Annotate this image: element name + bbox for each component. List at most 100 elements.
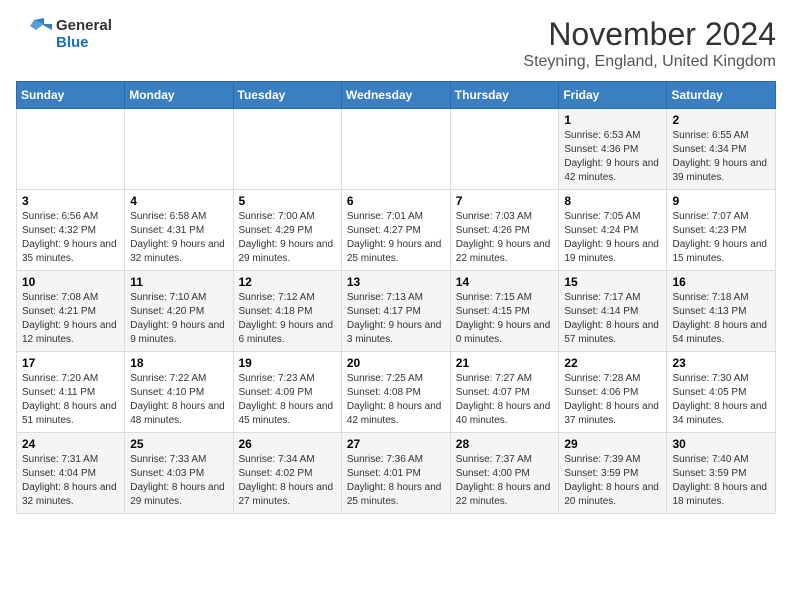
day-info: Sunrise: 7:36 AM Sunset: 4:01 PM Dayligh… bbox=[347, 453, 445, 509]
day-number: 12 bbox=[239, 275, 336, 289]
day-info: Sunrise: 7:30 AM Sunset: 4:05 PM Dayligh… bbox=[672, 372, 770, 428]
calendar-cell: 13 Sunrise: 7:13 AM Sunset: 4:17 PM Dayli… bbox=[341, 271, 450, 352]
calendar-cell: 23 Sunrise: 7:30 AM Sunset: 4:05 PM Dayli… bbox=[667, 352, 776, 433]
day-header-monday: Monday bbox=[125, 82, 233, 109]
calendar-cell: 19Sunrise: 7:23 AM Sunset: 4:09 PM Dayli… bbox=[233, 352, 341, 433]
day-info: Sunrise: 6:56 AM Sunset: 4:32 PM Dayligh… bbox=[22, 210, 119, 266]
calendar-cell: 6 Sunrise: 7:01 AM Sunset: 4:27 PM Daylig… bbox=[341, 190, 450, 271]
calendar-week-row: 3Sunrise: 6:56 AM Sunset: 4:32 PM Daylig… bbox=[17, 190, 776, 271]
day-number: 23 bbox=[672, 356, 770, 370]
day-info: Sunrise: 7:10 AM Sunset: 4:20 PM Dayligh… bbox=[130, 291, 227, 347]
calendar-week-row: 10 Sunrise: 7:08 AM Sunset: 4:21 PM Dayli… bbox=[17, 271, 776, 352]
day-number: 17 bbox=[22, 356, 119, 370]
day-header-thursday: Thursday bbox=[450, 82, 559, 109]
day-info: Sunrise: 7:08 AM Sunset: 4:21 PM Dayligh… bbox=[22, 291, 119, 347]
calendar-cell: 17 Sunrise: 7:20 AM Sunset: 4:11 PM Dayli… bbox=[17, 352, 125, 433]
day-info: Sunrise: 7:03 AM Sunset: 4:26 PM Dayligh… bbox=[456, 210, 554, 266]
day-number: 11 bbox=[130, 275, 227, 289]
day-number: 21 bbox=[456, 356, 554, 370]
day-number: 9 bbox=[672, 194, 770, 208]
day-number: 14 bbox=[456, 275, 554, 289]
day-info: Sunrise: 7:37 AM Sunset: 4:00 PM Dayligh… bbox=[456, 453, 554, 509]
day-number: 1 bbox=[564, 113, 661, 127]
calendar-header-row: SundayMondayTuesdayWednesdayThursdayFrid… bbox=[17, 82, 776, 109]
day-number: 24 bbox=[22, 437, 119, 451]
calendar-cell: 14 Sunrise: 7:15 AM Sunset: 4:15 PM Dayli… bbox=[450, 271, 559, 352]
calendar-cell: 2 Sunrise: 6:55 AM Sunset: 4:34 PM Daylig… bbox=[667, 109, 776, 190]
day-info: Sunrise: 7:28 AM Sunset: 4:06 PM Dayligh… bbox=[564, 372, 661, 428]
calendar-cell: 1 Sunrise: 6:53 AM Sunset: 4:36 PM Daylig… bbox=[559, 109, 667, 190]
day-number: 10 bbox=[22, 275, 119, 289]
day-number: 28 bbox=[456, 437, 554, 451]
calendar-cell: 28 Sunrise: 7:37 AM Sunset: 4:00 PM Dayli… bbox=[450, 433, 559, 514]
page-header: General Blue November 2024 Steyning, Eng… bbox=[16, 16, 776, 71]
calendar-cell: 22 Sunrise: 7:28 AM Sunset: 4:06 PM Dayli… bbox=[559, 352, 667, 433]
calendar-cell: 27 Sunrise: 7:36 AM Sunset: 4:01 PM Dayli… bbox=[341, 433, 450, 514]
calendar-cell: 15 Sunrise: 7:17 AM Sunset: 4:14 PM Dayli… bbox=[559, 271, 667, 352]
calendar-cell: 25Sunrise: 7:33 AM Sunset: 4:03 PM Dayli… bbox=[125, 433, 233, 514]
calendar-cell: 12 Sunrise: 7:12 AM Sunset: 4:18 PM Dayli… bbox=[233, 271, 341, 352]
day-info: Sunrise: 7:34 AM Sunset: 4:02 PM Dayligh… bbox=[239, 453, 336, 509]
calendar-cell: 21 Sunrise: 7:27 AM Sunset: 4:07 PM Dayli… bbox=[450, 352, 559, 433]
logo-general: General bbox=[56, 17, 112, 34]
page-subtitle: Steyning, England, United Kingdom bbox=[523, 53, 776, 71]
calendar-cell: 10 Sunrise: 7:08 AM Sunset: 4:21 PM Dayli… bbox=[17, 271, 125, 352]
day-info: Sunrise: 6:53 AM Sunset: 4:36 PM Dayligh… bbox=[564, 129, 661, 185]
logo-blue: Blue bbox=[56, 34, 112, 51]
day-header-friday: Friday bbox=[559, 82, 667, 109]
calendar-cell: 8 Sunrise: 7:05 AM Sunset: 4:24 PM Daylig… bbox=[559, 190, 667, 271]
day-header-wednesday: Wednesday bbox=[341, 82, 450, 109]
day-info: Sunrise: 7:25 AM Sunset: 4:08 PM Dayligh… bbox=[347, 372, 445, 428]
day-info: Sunrise: 6:55 AM Sunset: 4:34 PM Dayligh… bbox=[672, 129, 770, 185]
calendar-cell bbox=[341, 109, 450, 190]
day-header-saturday: Saturday bbox=[667, 82, 776, 109]
title-block: November 2024 Steyning, England, United … bbox=[523, 16, 776, 71]
day-info: Sunrise: 7:12 AM Sunset: 4:18 PM Dayligh… bbox=[239, 291, 336, 347]
day-info: Sunrise: 7:07 AM Sunset: 4:23 PM Dayligh… bbox=[672, 210, 770, 266]
calendar-cell: 24 Sunrise: 7:31 AM Sunset: 4:04 PM Dayli… bbox=[17, 433, 125, 514]
day-number: 13 bbox=[347, 275, 445, 289]
logo-icon bbox=[16, 16, 52, 52]
day-info: Sunrise: 7:13 AM Sunset: 4:17 PM Dayligh… bbox=[347, 291, 445, 347]
day-info: Sunrise: 7:27 AM Sunset: 4:07 PM Dayligh… bbox=[456, 372, 554, 428]
day-info: Sunrise: 7:22 AM Sunset: 4:10 PM Dayligh… bbox=[130, 372, 227, 428]
calendar-cell: 30 Sunrise: 7:40 AM Sunset: 3:59 PM Dayli… bbox=[667, 433, 776, 514]
calendar-cell: 7Sunrise: 7:03 AM Sunset: 4:26 PM Daylig… bbox=[450, 190, 559, 271]
day-info: Sunrise: 7:20 AM Sunset: 4:11 PM Dayligh… bbox=[22, 372, 119, 428]
day-info: Sunrise: 7:39 AM Sunset: 3:59 PM Dayligh… bbox=[564, 453, 661, 509]
day-number: 25 bbox=[130, 437, 227, 451]
calendar-cell: 5Sunrise: 7:00 AM Sunset: 4:29 PM Daylig… bbox=[233, 190, 341, 271]
calendar-cell bbox=[233, 109, 341, 190]
calendar-cell: 29Sunrise: 7:39 AM Sunset: 3:59 PM Dayli… bbox=[559, 433, 667, 514]
day-info: Sunrise: 7:15 AM Sunset: 4:15 PM Dayligh… bbox=[456, 291, 554, 347]
day-info: Sunrise: 7:05 AM Sunset: 4:24 PM Dayligh… bbox=[564, 210, 661, 266]
calendar-cell: 20Sunrise: 7:25 AM Sunset: 4:08 PM Dayli… bbox=[341, 352, 450, 433]
day-number: 22 bbox=[564, 356, 661, 370]
day-number: 19 bbox=[239, 356, 336, 370]
calendar-cell: 3Sunrise: 6:56 AM Sunset: 4:32 PM Daylig… bbox=[17, 190, 125, 271]
day-info: Sunrise: 7:00 AM Sunset: 4:29 PM Dayligh… bbox=[239, 210, 336, 266]
calendar-week-row: 1 Sunrise: 6:53 AM Sunset: 4:36 PM Daylig… bbox=[17, 109, 776, 190]
day-number: 8 bbox=[564, 194, 661, 208]
calendar-cell: 4Sunrise: 6:58 AM Sunset: 4:31 PM Daylig… bbox=[125, 190, 233, 271]
day-number: 30 bbox=[672, 437, 770, 451]
day-info: Sunrise: 7:31 AM Sunset: 4:04 PM Dayligh… bbox=[22, 453, 119, 509]
calendar-cell: 11 Sunrise: 7:10 AM Sunset: 4:20 PM Dayli… bbox=[125, 271, 233, 352]
calendar-cell: 26 Sunrise: 7:34 AM Sunset: 4:02 PM Dayli… bbox=[233, 433, 341, 514]
day-number: 26 bbox=[239, 437, 336, 451]
page-title: November 2024 bbox=[523, 16, 776, 53]
day-number: 27 bbox=[347, 437, 445, 451]
logo-text: General Blue bbox=[56, 17, 112, 51]
day-info: Sunrise: 7:01 AM Sunset: 4:27 PM Dayligh… bbox=[347, 210, 445, 266]
calendar-cell: 9 Sunrise: 7:07 AM Sunset: 4:23 PM Daylig… bbox=[667, 190, 776, 271]
day-number: 15 bbox=[564, 275, 661, 289]
day-number: 2 bbox=[672, 113, 770, 127]
calendar-table: SundayMondayTuesdayWednesdayThursdayFrid… bbox=[16, 81, 776, 514]
day-info: Sunrise: 7:17 AM Sunset: 4:14 PM Dayligh… bbox=[564, 291, 661, 347]
calendar-cell: 16Sunrise: 7:18 AM Sunset: 4:13 PM Dayli… bbox=[667, 271, 776, 352]
calendar-cell: 18Sunrise: 7:22 AM Sunset: 4:10 PM Dayli… bbox=[125, 352, 233, 433]
day-number: 6 bbox=[347, 194, 445, 208]
calendar-week-row: 17 Sunrise: 7:20 AM Sunset: 4:11 PM Dayli… bbox=[17, 352, 776, 433]
day-number: 4 bbox=[130, 194, 227, 208]
day-info: Sunrise: 7:40 AM Sunset: 3:59 PM Dayligh… bbox=[672, 453, 770, 509]
